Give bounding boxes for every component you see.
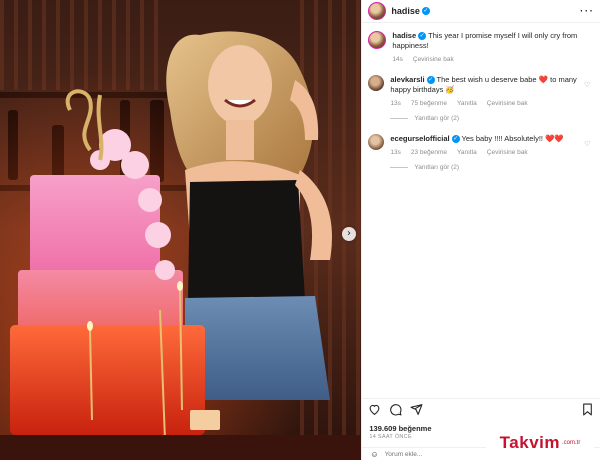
view-replies-label: Yanıtları gör (2) [414,115,460,122]
view-replies-label: Yanıtları gör (2) [414,164,460,171]
avatar[interactable] [368,31,387,49]
comment-body: ecegurselofficial ✓ Yes baby !!!! Absolut… [390,134,580,158]
post-author-username[interactable]: hadise [391,6,420,16]
more-options-icon[interactable]: ··· [580,4,594,18]
comment-age: 13s [390,149,401,156]
verified-badge-icon: ✓ [426,76,435,85]
translate-link[interactable]: Çevirisine bak [487,99,528,109]
replies-divider [390,167,409,168]
comments-section: hadise ✓ This year I promise myself I wil… [362,26,600,171]
reply-link[interactable]: Yanıtla [457,99,477,109]
post-header: hadise ✓ ··· [362,0,600,23]
comment-heart-icon[interactable]: ♡ [584,140,590,148]
post-timestamp: 14 SAAT ÖNCE [369,434,412,440]
watermark-tld: .com.tr [561,440,581,446]
caption-age: 14s [392,56,403,63]
post-sidebar: hadise ✓ ··· hadise ✓ This year I promise… [361,0,600,460]
bookmark-icon[interactable] [581,403,594,416]
comment-body: alevkarsli ✓ The best wish u deserve babe… [390,75,580,109]
post-actions-bar [362,398,600,420]
comment-icon[interactable] [389,403,402,416]
view-replies-link[interactable]: Yanıtları gör (2) [390,164,594,171]
caption: hadise ✓ This year I promise myself I wil… [368,31,594,65]
comment-meta: 13s 23 beğenme Yanıtla Çevirisine bak [390,148,580,158]
reply-link[interactable]: Yanıtla [457,148,477,158]
caption-username[interactable]: hadise [392,31,416,40]
heart-icon[interactable] [368,403,381,416]
share-icon[interactable] [410,403,423,416]
comment-text: Yes baby !!!! Absolutely!! ❤️❤️ [461,134,564,143]
comment-likes[interactable]: 75 beğenme [411,99,447,109]
avatar[interactable] [368,134,385,150]
likes-count[interactable]: 139.609 beğenme [369,424,431,433]
verified-badge-icon: ✓ [451,135,460,144]
caption-body: hadise ✓ This year I promise myself I wil… [392,31,582,65]
avatar[interactable] [368,75,385,91]
instagram-post: › hadise ✓ ··· hadise ✓ This year I promi… [0,0,600,460]
avatar[interactable] [368,2,387,20]
comment-username[interactable]: alevkarsli [390,75,424,84]
comment: alevkarsli ✓ The best wish u deserve babe… [368,75,594,109]
translate-link[interactable]: Çevirisine bak [487,148,528,158]
photo-scene [0,0,362,460]
verified-badge-icon: ✓ [421,7,430,15]
verified-badge-icon: ✓ [418,32,427,41]
replies-divider [390,118,409,119]
comment-meta: 13s 75 beğenme Yanıtla Çevirisine bak [390,99,580,109]
view-replies-link[interactable]: Yanıtları gör (2) [390,115,594,122]
post-photo[interactable]: › [0,0,362,460]
caption-translate-link[interactable]: Çevirisine bak [413,55,454,65]
comment: ecegurselofficial ✓ Yes baby !!!! Absolut… [368,134,594,158]
takvim-watermark: Takvim .com.tr [486,432,594,454]
comment-age: 13s [390,100,401,107]
chevron-right-icon: › [347,228,351,239]
watermark-brand: Takvim [499,433,560,452]
comment-likes[interactable]: 23 beğenme [411,148,447,158]
comment-heart-icon[interactable]: ♡ [584,81,590,89]
comment-username[interactable]: ecegurselofficial [390,134,449,143]
caption-meta: 14s Çevirisine bak [392,55,582,65]
next-photo-button[interactable]: › [342,227,356,241]
emoji-icon[interactable]: ☺ [370,450,378,459]
